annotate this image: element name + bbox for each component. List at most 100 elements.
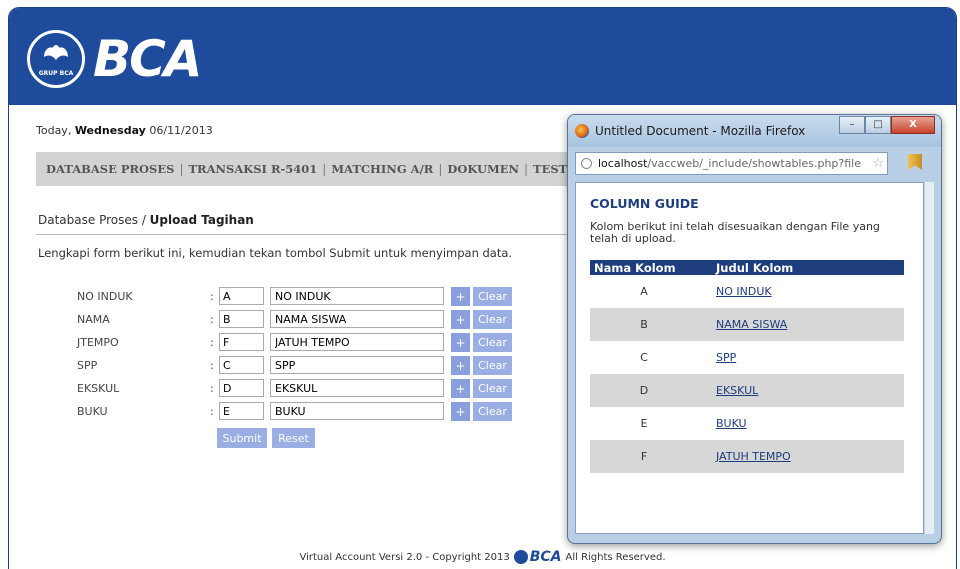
kolom-cell: C bbox=[640, 351, 648, 364]
field-label: BUKU bbox=[77, 405, 108, 418]
title-input-spp[interactable] bbox=[270, 356, 444, 374]
firefox-popup-window: Untitled Document - Mozilla Firefox – □ … bbox=[567, 114, 942, 544]
globe-icon bbox=[581, 158, 592, 169]
star-icon[interactable]: ☆ bbox=[872, 156, 884, 171]
field-colon: : bbox=[210, 405, 214, 418]
window-titlebar[interactable]: Untitled Document - Mozilla Firefox – □ … bbox=[568, 115, 941, 147]
form-row-ekskul: EKSKUL : + Clear bbox=[77, 379, 537, 399]
bookmark-icon[interactable] bbox=[908, 154, 922, 170]
url-row: localhost/vaccweb/_include/showtables.ph… bbox=[575, 152, 933, 176]
column-input-no-induk[interactable] bbox=[219, 287, 264, 305]
hands-icon bbox=[44, 45, 68, 60]
menu-item-database-proses[interactable]: DATABASE PROSES bbox=[46, 162, 174, 176]
logo-text: BCA bbox=[93, 30, 203, 88]
maximize-button[interactable]: □ bbox=[865, 116, 891, 134]
column-guide-table: Nama Kolom Judul Kolom A NO INDUK B NAMA… bbox=[590, 260, 904, 473]
clear-button[interactable]: Clear bbox=[473, 379, 512, 398]
reset-button[interactable]: Reset bbox=[272, 428, 315, 448]
date-day: Wednesday bbox=[74, 124, 146, 137]
clear-button[interactable]: Clear bbox=[473, 356, 512, 375]
header-nama-kolom: Nama Kolom bbox=[590, 260, 712, 275]
title-input-nama[interactable] bbox=[270, 310, 444, 328]
form-row-nama: NAMA : + Clear bbox=[77, 310, 537, 330]
menu-separator: | bbox=[179, 162, 184, 176]
form-row-buku: BUKU : + Clear bbox=[77, 402, 537, 422]
plus-button[interactable]: + bbox=[451, 287, 470, 306]
header-banner: GRUP BCA BCA bbox=[9, 8, 956, 105]
minimize-button[interactable]: – bbox=[839, 116, 865, 134]
judul-link[interactable]: JATUH TEMPO bbox=[712, 440, 904, 473]
window-title: Untitled Document - Mozilla Firefox bbox=[595, 124, 806, 138]
judul-link[interactable]: NO INDUK bbox=[712, 275, 904, 308]
field-label: SPP bbox=[77, 359, 98, 372]
menu-item-transaksi[interactable]: TRANSAKSI R-5401 bbox=[188, 162, 317, 176]
breadcrumb-parent[interactable]: Database Proses bbox=[38, 213, 138, 227]
url-bar[interactable]: localhost/vaccweb/_include/showtables.ph… bbox=[575, 152, 888, 175]
judul-link[interactable]: SPP bbox=[712, 341, 904, 374]
plus-button[interactable]: + bbox=[451, 379, 470, 398]
column-input-spp[interactable] bbox=[219, 356, 264, 374]
table-row: A NO INDUK bbox=[590, 275, 904, 308]
breadcrumb: Database Proses / Upload Tagihan bbox=[38, 213, 254, 227]
bca-logo[interactable]: GRUP BCA BCA bbox=[27, 30, 203, 88]
form-instruction: Lengkapi form berikut ini, kemudian teka… bbox=[38, 246, 513, 260]
menu-separator: | bbox=[438, 162, 443, 176]
table-row: F JATUH TEMPO bbox=[590, 440, 904, 473]
kolom-cell: A bbox=[640, 285, 648, 298]
title-input-ekskul[interactable] bbox=[270, 379, 444, 397]
menu-separator: | bbox=[322, 162, 327, 176]
field-label: EKSKUL bbox=[77, 382, 120, 395]
footer-rights: All Rights Reserved. bbox=[565, 551, 666, 563]
field-colon: : bbox=[210, 359, 214, 372]
header-judul-kolom: Judul Kolom bbox=[712, 260, 904, 275]
form-row-jtempo: JTEMPO : + Clear bbox=[77, 333, 537, 353]
bca-logo-icon: GRUP BCA bbox=[27, 30, 85, 88]
date-prefix: Today, bbox=[36, 124, 75, 137]
plus-button[interactable]: + bbox=[451, 310, 470, 329]
bca-logo-icon bbox=[513, 550, 528, 564]
judul-link[interactable]: NAMA SISWA bbox=[712, 308, 904, 341]
clear-button[interactable]: Clear bbox=[473, 310, 512, 329]
kolom-cell: B bbox=[590, 308, 712, 341]
kolom-cell: E bbox=[640, 417, 648, 430]
menu-item-dokumen[interactable]: DOKUMEN bbox=[447, 162, 519, 176]
date-value: 06/11/2013 bbox=[149, 124, 213, 137]
clear-button[interactable]: Clear bbox=[473, 402, 512, 421]
column-input-nama[interactable] bbox=[219, 310, 264, 328]
clear-button[interactable]: Clear bbox=[473, 287, 512, 306]
breadcrumb-current: Upload Tagihan bbox=[149, 213, 254, 227]
judul-link[interactable]: EKSKUL bbox=[712, 374, 904, 407]
menu-separator: | bbox=[524, 162, 529, 176]
judul-link[interactable]: BUKU bbox=[712, 407, 904, 440]
footer-copyright: Virtual Account Versi 2.0 - Copyright 20… bbox=[299, 551, 510, 563]
kolom-cell: F bbox=[590, 440, 712, 473]
popup-content: COLUMN GUIDE Kolom berikut ini telah dis… bbox=[575, 182, 924, 534]
footer: Virtual Account Versi 2.0 - Copyright 20… bbox=[9, 549, 956, 565]
divider bbox=[36, 234, 596, 235]
window-controls: – □ X bbox=[839, 116, 935, 134]
form-row-no-induk: NO INDUK : + Clear bbox=[77, 287, 537, 307]
field-colon: : bbox=[210, 382, 214, 395]
column-input-buku[interactable] bbox=[219, 402, 264, 420]
submit-button[interactable]: Submit bbox=[217, 428, 267, 448]
plus-button[interactable]: + bbox=[451, 356, 470, 375]
clear-button[interactable]: Clear bbox=[473, 333, 512, 352]
column-input-ekskul[interactable] bbox=[219, 379, 264, 397]
close-button[interactable]: X bbox=[891, 116, 935, 134]
title-input-jtempo[interactable] bbox=[270, 333, 444, 351]
title-input-no-induk[interactable] bbox=[270, 287, 444, 305]
today-date: Today, Wednesday 06/11/2013 bbox=[36, 124, 213, 137]
column-input-jtempo[interactable] bbox=[219, 333, 264, 351]
popup-scrollbar[interactable] bbox=[924, 182, 934, 534]
firefox-icon bbox=[575, 124, 589, 138]
footer-logo-text: BCA bbox=[529, 549, 562, 565]
menu-item-matching[interactable]: MATCHING A/R bbox=[331, 162, 433, 176]
plus-button[interactable]: + bbox=[451, 402, 470, 421]
plus-button[interactable]: + bbox=[451, 333, 470, 352]
main-menu: DATABASE PROSES | TRANSAKSI R-5401 | MAT… bbox=[36, 152, 611, 186]
field-colon: : bbox=[210, 336, 214, 349]
title-input-buku[interactable] bbox=[270, 402, 444, 420]
field-colon: : bbox=[210, 313, 214, 326]
column-guide-description: Kolom berikut ini telah disesuaikan deng… bbox=[590, 220, 880, 245]
breadcrumb-separator: / bbox=[138, 213, 150, 227]
